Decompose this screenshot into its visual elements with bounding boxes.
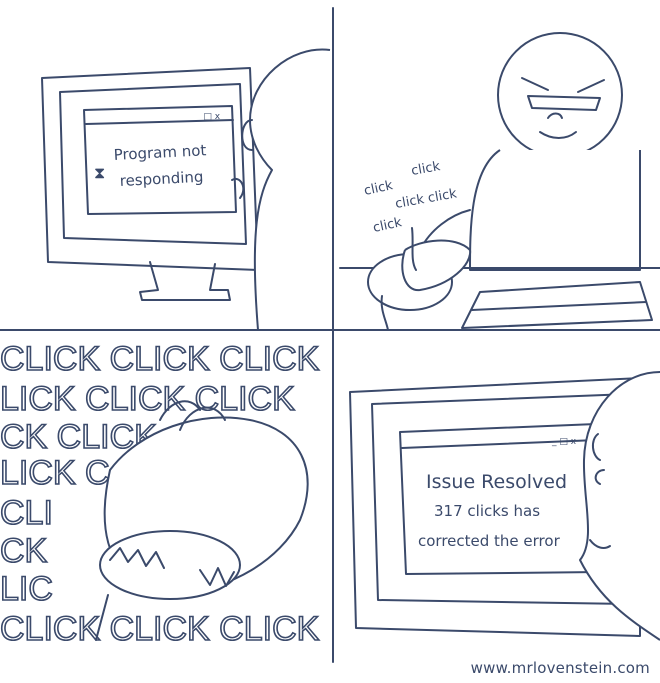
click-sound-4: click click [394, 186, 458, 212]
click-row-6: CK [0, 532, 48, 570]
site-credit: www.mrlovenstein.com [470, 659, 650, 677]
panel-1: _ □ x ⧗ Program not responding [41, 48, 331, 331]
dialog-title: Issue Resolved [426, 471, 567, 493]
dialog-controls-4: _ □ x [551, 437, 577, 447]
click-row-2: LICK CLICK CLICK [0, 380, 295, 418]
click-row-5: CLI [0, 494, 53, 532]
person-head [249, 48, 331, 331]
torso [469, 149, 641, 271]
keyboard [461, 281, 653, 329]
keyboard-row [471, 301, 647, 311]
click-sound-1: click [363, 178, 395, 199]
dialog-line-3: corrected the error [418, 532, 561, 550]
click-sound-2: click [410, 159, 442, 179]
person-head-4 [579, 371, 660, 641]
click-row-8: CLICK CLICK CLICK [0, 610, 320, 648]
click-row-4: LICK C [0, 454, 110, 492]
hourglass-icon: ⧗ [94, 163, 105, 182]
click-row-1: CLICK CLICK CLICK [0, 340, 320, 378]
panel-2: click click click click click [339, 32, 660, 331]
click-row-7: LIC [0, 570, 53, 608]
mouse-smoking [99, 530, 241, 600]
click-sound-3: click [372, 215, 404, 236]
panel-3: CLICK CLICK CLICK LICK CLICK CLICK CK CL… [0, 339, 320, 649]
comic-strip: _ □ x ⧗ Program not responding click cli… [0, 7, 660, 663]
panel-4: _ □ x Issue Resolved 317 clicks has corr… [349, 371, 660, 641]
dialog-line-2: 317 clicks has [434, 502, 540, 520]
dialog-controls: _ □ x [195, 112, 221, 122]
